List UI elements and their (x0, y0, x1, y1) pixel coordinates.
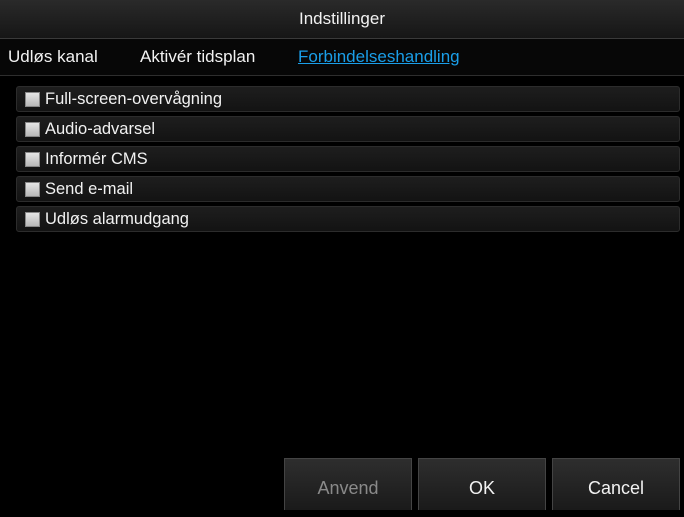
option-row-notify-cms[interactable]: Informér CMS (16, 146, 680, 172)
cancel-button[interactable]: Cancel (552, 458, 680, 510)
option-label: Send e-mail (45, 180, 134, 198)
option-label: Udløs alarmudgang (45, 210, 189, 228)
option-label: Full-screen-overvågning (45, 90, 222, 108)
fullscreen-monitoring-checkbox[interactable] (25, 92, 40, 107)
tab-bar: Udløs kanal Aktivér tidsplan Forbindelse… (0, 39, 684, 76)
send-email-checkbox[interactable] (25, 182, 40, 197)
apply-button[interactable]: Anvend (284, 458, 412, 510)
dialog-title: Indstillinger (0, 0, 684, 39)
option-row-send-email[interactable]: Send e-mail (16, 176, 680, 202)
option-label: Audio-advarsel (45, 120, 156, 138)
option-label: Informér CMS (45, 150, 148, 168)
dialog-footer: Anvend OK Cancel (0, 458, 684, 510)
notify-cms-checkbox[interactable] (25, 152, 40, 167)
tab-arming-schedule[interactable]: Aktivér tidsplan (140, 39, 255, 75)
audio-warning-checkbox[interactable] (25, 122, 40, 137)
linkage-options-list: Full-screen-overvågning Audio-advarsel I… (16, 86, 680, 236)
option-row-audio-warning[interactable]: Audio-advarsel (16, 116, 680, 142)
tab-trigger-channel[interactable]: Udløs kanal (8, 39, 98, 75)
ok-button[interactable]: OK (418, 458, 546, 510)
option-row-trigger-alarm-output[interactable]: Udløs alarmudgang (16, 206, 680, 232)
trigger-alarm-output-checkbox[interactable] (25, 212, 40, 227)
tab-linkage-action[interactable]: Forbindelseshandling (298, 39, 460, 75)
option-row-fullscreen-monitoring[interactable]: Full-screen-overvågning (16, 86, 680, 112)
settings-dialog: Indstillinger Udløs kanal Aktivér tidspl… (0, 0, 684, 510)
